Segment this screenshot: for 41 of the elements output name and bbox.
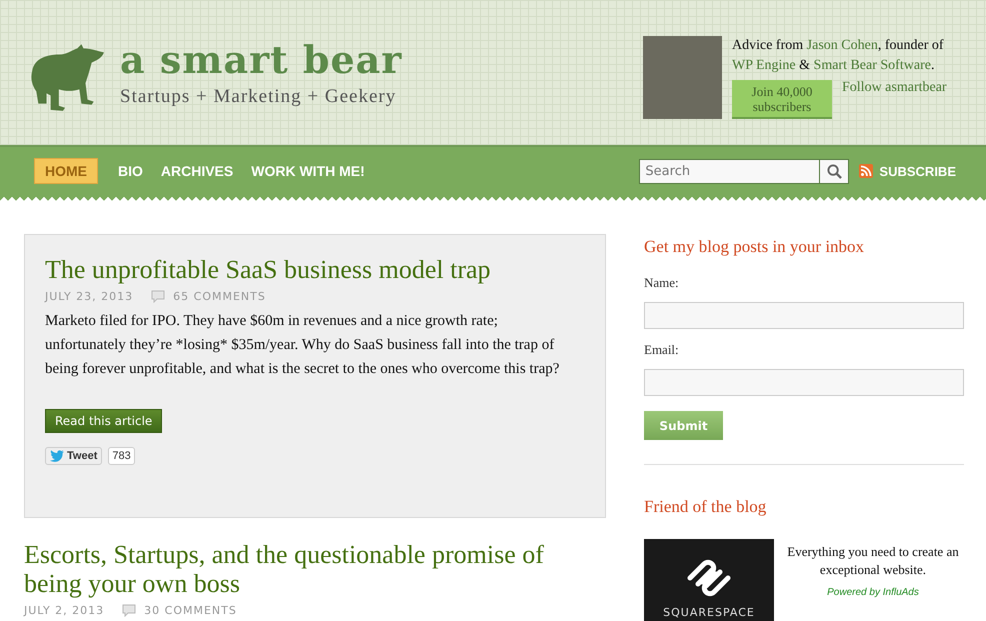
author-bio: Advice from Jason Cohen, founder of WP Engine & Smart Bear Software. — [732, 37, 945, 75]
post-excerpt: Marketo filed for IPO. They have $60m in revenues and a nice growth rate; unfortunately they’re *losing* $35m/year. Why do SaaS business fall into the trap of being forever unprofitable, and what is the secret to the ones who overcome this trap? — [45, 312, 560, 379]
field-label: Email: — [644, 342, 680, 358]
submit-button[interactable]: Submit — [644, 411, 723, 440]
nav-tab[interactable]: ARCHIVES — [160, 158, 234, 184]
post-title[interactable]: The unprofitable SaaS business model trap — [45, 255, 585, 284]
bio-link[interactable]: Jason Cohen — [806, 38, 878, 53]
follow-link[interactable]: Follow asmartbear — [842, 80, 947, 96]
subscribe-link[interactable]: SUBSCRIBE — [879, 164, 956, 178]
read-article-button[interactable]: Read this article — [45, 409, 162, 433]
tweet-button[interactable]: Tweet — [45, 447, 102, 465]
tweet-count: 783 — [108, 447, 135, 465]
post-date: JULY 23, 2013 — [45, 290, 134, 303]
bird-icon — [50, 450, 64, 462]
ad-banner[interactable]: SQUARESPACE — [644, 539, 774, 621]
search-icon — [826, 164, 842, 178]
tagline: Startups + Marketing + Geekery — [120, 86, 398, 108]
nav-tab[interactable]: HOME — [34, 158, 98, 184]
comment-icon — [151, 290, 166, 303]
input-field[interactable] — [644, 369, 964, 396]
friend-heading: Friend of the blog — [644, 497, 768, 517]
ad-credit-link[interactable]: Powered by InfluAds — [782, 587, 964, 598]
rss-icon — [859, 164, 874, 178]
bio-link[interactable]: WP Engine — [732, 58, 796, 73]
field-label: Name: — [644, 275, 680, 291]
signup-heading: Get my blog posts in your inbox — [644, 237, 866, 257]
nav-tab[interactable]: WORK WITH ME! — [251, 158, 365, 184]
search-button[interactable] — [819, 158, 850, 184]
ad-brand: SQUARESPACE — [663, 606, 755, 619]
input-field[interactable] — [644, 302, 964, 329]
comment-count[interactable]: 65 COMMENTS — [173, 290, 266, 303]
bio-link[interactable]: Smart Bear Software — [814, 58, 931, 73]
post-date: JULY 2, 2013 — [24, 604, 104, 617]
comment-count[interactable]: 30 COMMENTS — [144, 604, 237, 617]
ad-text[interactable]: Everything you need to create an exceptional website. — [782, 543, 964, 579]
nav-tab[interactable]: BIO — [118, 158, 143, 184]
search-field[interactable]: Search — [639, 158, 820, 184]
join-subscribers-button[interactable]: Join 40,000 subscribers — [732, 80, 832, 119]
post-title[interactable]: Escorts, Startups, and the questionable promise of being your own boss — [24, 540, 606, 598]
comment-icon — [122, 604, 136, 617]
site-title[interactable]: a smart bear — [120, 38, 402, 82]
